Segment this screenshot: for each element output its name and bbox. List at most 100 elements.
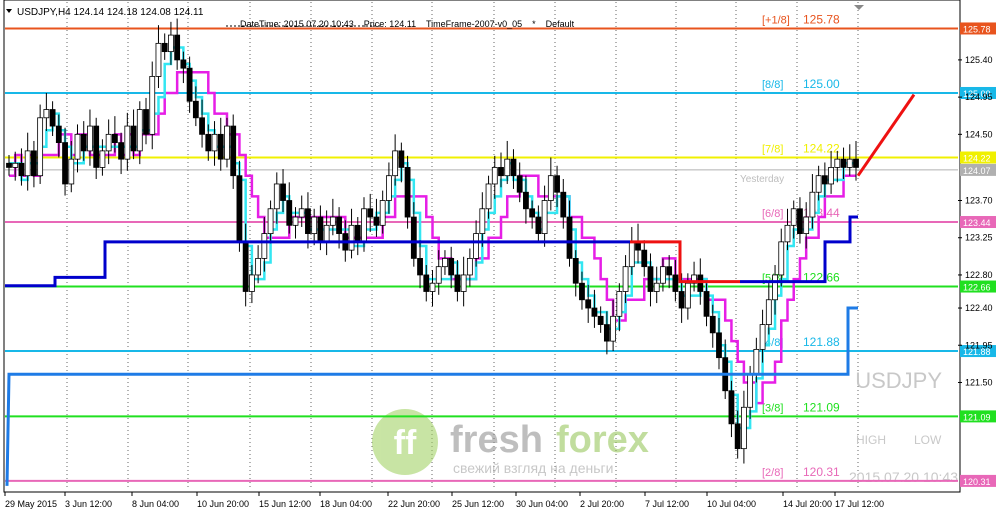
- candle-body: [834, 158, 841, 168]
- candle-body: [448, 258, 455, 276]
- level-axis-label: 125.78: [963, 24, 991, 34]
- candle-body: [323, 224, 330, 243]
- brand-tagline: свежий взгляд на деньги: [453, 460, 613, 476]
- level-label: [+1/8]: [762, 14, 790, 26]
- candle-body: [348, 224, 355, 251]
- candle-body: [130, 125, 137, 152]
- candle-body: [653, 282, 660, 292]
- candle-body: [566, 216, 573, 259]
- level-label: [6/8]: [762, 208, 783, 220]
- yesterday-label: Yesterday: [740, 174, 784, 185]
- level-value: 124.22: [803, 141, 840, 155]
- candle-body: [12, 162, 19, 168]
- candle-body: [6, 162, 12, 168]
- candle-body: [516, 175, 523, 193]
- candle-body: [392, 150, 399, 177]
- candle-body: [442, 258, 448, 268]
- y-tick-label: 124.50: [965, 129, 993, 139]
- candle-body: [136, 109, 143, 152]
- level-value: 121.88: [803, 335, 840, 349]
- candle-body: [498, 167, 504, 177]
- candle-body: [697, 274, 704, 292]
- candle-body: [765, 299, 772, 325]
- x-tick-label: 8 Jun 04:00: [132, 499, 179, 509]
- candle-body: [261, 233, 268, 259]
- candle-body: [466, 258, 473, 276]
- candle-body: [111, 133, 118, 144]
- candle-body: [728, 390, 735, 425]
- candle-body: [473, 233, 479, 259]
- brand-name-a: fresh: [450, 419, 543, 461]
- candle-body: [74, 133, 81, 160]
- candle-body: [105, 133, 112, 152]
- candle-body: [628, 241, 635, 268]
- candle-body: [747, 373, 754, 408]
- x-tick-label: 10 Jun 20:00: [197, 499, 249, 509]
- level-value: 120.31: [803, 465, 840, 479]
- current-price-label: 124.07: [963, 166, 991, 176]
- candle-body: [778, 241, 785, 276]
- candle-body: [93, 125, 100, 168]
- symbol-line: USDJPY,H4 124.14 124.18 124.08 124.11: [17, 7, 204, 18]
- candle-body: [529, 208, 536, 218]
- candle-body: [772, 274, 778, 301]
- candle-body: [124, 125, 131, 160]
- candle-body: [454, 274, 461, 292]
- candle-body: [684, 282, 691, 309]
- candle-body: [99, 150, 106, 168]
- candle-body: [579, 282, 585, 301]
- candle-body: [217, 133, 224, 160]
- candle-body: [404, 167, 411, 218]
- x-tick-label: 10 Jul 04:00: [707, 499, 756, 509]
- brand-name-b: forex: [556, 419, 649, 461]
- x-tick-label: 3 Jun 12:00: [65, 499, 112, 509]
- y-tick-label: 124.95: [965, 92, 993, 102]
- candle-body: [161, 42, 168, 53]
- candle-body: [354, 224, 361, 243]
- y-tick-label: 122.80: [965, 270, 993, 280]
- candle-body: [803, 216, 810, 234]
- x-tick-label: 30 Jun 04:00: [516, 499, 568, 509]
- candle-body: [560, 191, 567, 218]
- y-tick-label: 123.70: [965, 196, 993, 206]
- x-tick-label: 25 Jun 12:00: [452, 499, 504, 509]
- candle-body: [298, 208, 305, 218]
- candle-body: [267, 208, 274, 234]
- candle-body: [784, 224, 791, 243]
- candle-body: [317, 216, 324, 243]
- candle-body: [18, 162, 25, 177]
- brand-logo-text: ff: [394, 424, 417, 462]
- candle-body: [610, 315, 617, 342]
- candle-body: [373, 216, 380, 226]
- candle-body: [248, 274, 255, 292]
- candle-body: [585, 299, 592, 309]
- candle-body: [535, 216, 542, 234]
- candle-body: [429, 282, 436, 292]
- candle-body: [523, 191, 529, 210]
- candle-body: [31, 150, 37, 177]
- candle-body: [205, 133, 212, 152]
- x-axis: 29 May 2015 3 Jun 12:00 8 Jun 04:00 10 Jun …: [4, 492, 884, 509]
- candle-body: [305, 208, 311, 234]
- candle-body: [168, 34, 174, 53]
- candle-body: [572, 258, 579, 284]
- price-chart[interactable]: ff fresh forex свежий взгляд на деньги U…: [0, 0, 1001, 514]
- candle-body: [790, 208, 797, 226]
- candle-body: [211, 133, 218, 152]
- candle-body: [840, 158, 847, 168]
- x-tick-label: 29 May 2015: [5, 499, 57, 509]
- x-tick-label: 18 Jun 04:00: [320, 499, 372, 509]
- candle-body: [242, 241, 249, 292]
- candle-body: [417, 258, 423, 276]
- candle-body: [361, 208, 367, 243]
- candle-body: [504, 158, 511, 177]
- candle-body: [734, 423, 741, 450]
- candle-body: [541, 200, 548, 234]
- candle-body: [491, 167, 498, 185]
- candle-body: [186, 67, 193, 102]
- candle-body: [255, 258, 262, 276]
- watermark-low: LOW: [914, 433, 942, 447]
- level-label: [7/8]: [762, 143, 783, 155]
- candle-body: [485, 183, 492, 210]
- level-axis-label: 120.31: [963, 477, 991, 487]
